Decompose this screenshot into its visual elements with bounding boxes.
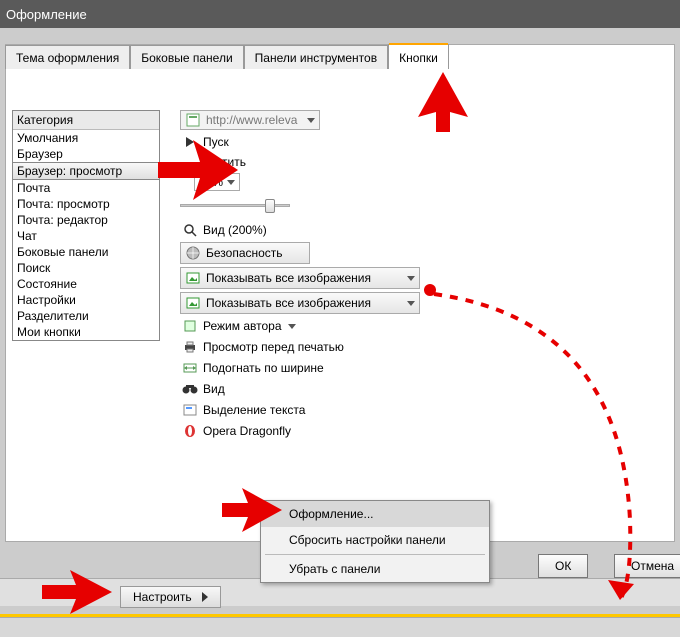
category-header: Категория <box>13 111 159 130</box>
chevron-right-icon <box>202 592 208 602</box>
category-item-my-buttons[interactable]: Мои кнопки <box>13 324 159 340</box>
view-row[interactable]: Вид <box>180 380 460 398</box>
view-zoom-row[interactable]: Вид (200%) <box>180 221 460 239</box>
chevron-down-icon <box>288 322 296 330</box>
globe-icon <box>185 245 201 261</box>
tab-theme[interactable]: Тема оформления <box>5 45 130 69</box>
author-icon <box>182 318 198 334</box>
fit-width-row[interactable]: Подогнать по ширине <box>180 359 460 377</box>
category-item-mail[interactable]: Почта <box>13 180 159 196</box>
ok-button[interactable]: ОК <box>538 554 588 578</box>
show-images-row-2[interactable]: Показывать все изображения <box>180 292 420 314</box>
printer-icon <box>182 339 198 355</box>
opera-dragonfly-row[interactable]: Opera Dragonfly <box>180 422 460 440</box>
menu-reset-panel[interactable]: Сбросить настройки панели <box>261 527 489 553</box>
customize-button[interactable]: Настроить <box>120 586 221 608</box>
red-arrow-customize <box>42 570 112 614</box>
security-row[interactable]: Безопасность <box>180 242 310 264</box>
author-mode-row[interactable]: Режим автора <box>180 317 460 335</box>
menu-separator <box>265 554 485 555</box>
tab-toolbars[interactable]: Панели инструментов <box>244 45 388 69</box>
category-item-search[interactable]: Поиск <box>13 260 159 276</box>
category-item-status[interactable]: Состояние <box>13 276 159 292</box>
category-item-separators[interactable]: Разделители <box>13 308 159 324</box>
text-select-row[interactable]: Выделение текста <box>180 401 460 419</box>
red-arrow-context-menu <box>222 488 282 532</box>
cancel-button[interactable]: Отмена <box>614 554 680 578</box>
menu-remove-from-panel[interactable]: Убрать с панели <box>261 556 489 582</box>
chevron-down-icon <box>307 116 315 124</box>
category-item-mail-view[interactable]: Почта: просмотр <box>13 196 159 212</box>
opera-icon <box>182 423 198 439</box>
clear-button-row[interactable]: стить <box>214 154 460 170</box>
tab-buttons[interactable]: Кнопки <box>388 44 449 69</box>
image-icon <box>185 270 201 286</box>
page-icon <box>185 112 201 128</box>
magnifier-icon <box>182 222 198 238</box>
category-item-mail-editor[interactable]: Почта: редактор <box>13 212 159 228</box>
active-tab-accent <box>389 43 448 45</box>
image-icon <box>185 295 201 311</box>
red-arrow-tab <box>418 72 468 132</box>
tab-side-panels[interactable]: Боковые панели <box>130 45 243 69</box>
red-arrow-category <box>158 140 238 200</box>
url-sample[interactable]: http://www.releva <box>180 110 320 130</box>
binoculars-icon <box>182 381 198 397</box>
menu-appearance[interactable]: Оформление... <box>261 501 489 527</box>
category-item-defaults[interactable]: Умолчания <box>13 130 159 146</box>
category-item-settings[interactable]: Настройки <box>13 292 159 308</box>
fit-width-icon <box>182 360 198 376</box>
category-item-chat[interactable]: Чат <box>13 228 159 244</box>
show-images-row-1[interactable]: Показывать все изображения <box>180 267 420 289</box>
window-title: Оформление <box>6 7 87 22</box>
text-select-icon <box>182 402 198 418</box>
category-item-sidepanels[interactable]: Боковые панели <box>13 244 159 260</box>
bottom-statusbar <box>0 617 680 637</box>
print-preview-row[interactable]: Просмотр перед печатью <box>180 338 460 356</box>
category-item-browser[interactable]: Браузер <box>13 146 159 162</box>
chevron-down-icon <box>407 274 415 282</box>
category-item-browser-view[interactable]: Браузер: просмотр <box>13 162 159 180</box>
url-text: http://www.releva <box>206 113 297 127</box>
category-list[interactable]: Категория Умолчания Браузер Браузер: про… <box>12 110 160 341</box>
chevron-down-icon <box>407 299 415 307</box>
tab-strip: Тема оформления Боковые панели Панели ин… <box>5 44 449 68</box>
slider-thumb[interactable] <box>265 199 275 213</box>
title-bar: Оформление <box>0 0 680 28</box>
context-menu: Оформление... Сбросить настройки панели … <box>260 500 490 583</box>
